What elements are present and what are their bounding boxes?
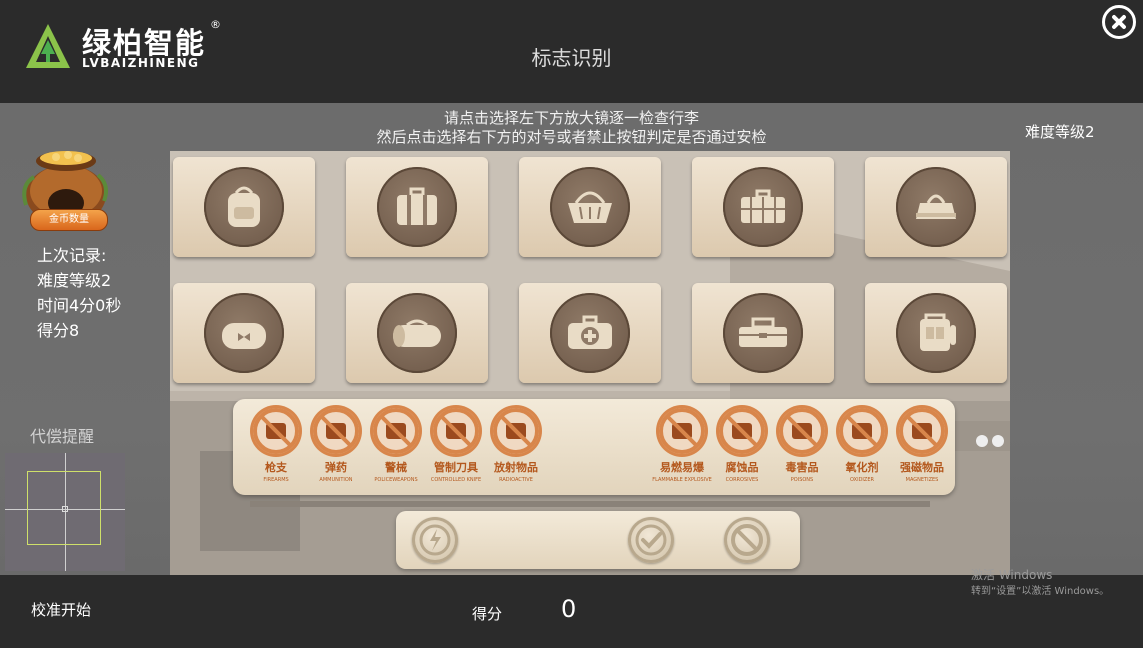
calibrate-start-button[interactable]: 校准开始 <box>31 599 91 620</box>
luggage-card[interactable] <box>692 157 834 257</box>
compensation-reminder-label: 代偿提醒 <box>30 427 95 446</box>
instruction-line-2: 然后点击选择右下方的对号或者禁止按钮判定是否通过安检 <box>376 128 767 146</box>
luggage-card[interactable] <box>346 157 488 257</box>
instruction-line-1: 请点击选择左下方放大镜逐一检查行李 <box>443 109 699 127</box>
calibration-crosshair <box>5 453 125 571</box>
last-record: 上次记录: 难度等级2 时间4分0秒 得分8 <box>37 243 121 343</box>
luggage-card[interactable] <box>692 283 834 383</box>
score-label: 得分 <box>472 605 503 623</box>
toolbox-icon <box>739 317 787 347</box>
luggage-card[interactable] <box>173 283 315 383</box>
magnet-prohibited-icon <box>899 408 945 454</box>
security-check-board: 枪支 FIREARMS 弹药 AMMUNITION 警械 POLICEWEAPONS 管制刀… <box>170 151 1010 575</box>
record-score: 得分8 <box>37 321 80 340</box>
medical-kit-icon <box>568 315 612 349</box>
windows-activation-watermark: 激活 Windows <box>971 568 1053 582</box>
prohibited-item[interactable]: 强磁物品 MAGNETIZES <box>893 405 951 489</box>
prohibited-item-label: 放射物品 <box>494 461 538 474</box>
duffel-bag-icon <box>393 319 441 347</box>
luggage-card[interactable] <box>865 283 1007 383</box>
basket-icon <box>568 191 612 223</box>
record-title: 上次记录: <box>37 246 107 265</box>
magnifier-icon <box>419 524 451 556</box>
explosive-prohibited-icon <box>659 408 705 454</box>
backpack-icon <box>228 186 260 227</box>
registered-mark: ® <box>210 18 221 31</box>
poison-prohibited-icon <box>779 408 825 454</box>
windows-activation-hint: 转到“设置”以激活 Windows。 <box>971 586 1110 597</box>
prohibited-item-label: 强磁物品 <box>900 461 944 474</box>
luggage-card[interactable] <box>519 157 661 257</box>
prohibited-item-label-en: RADIOACTIVE <box>499 477 533 483</box>
record-time: 时间4分0秒 <box>37 296 122 315</box>
approve-button[interactable] <box>628 517 674 563</box>
page-title: 标志识别 <box>531 46 612 70</box>
luggage-card[interactable] <box>519 283 661 383</box>
luggage-card[interactable] <box>865 157 1007 257</box>
corrosive-prohibited-icon <box>719 408 765 454</box>
check-icon <box>635 524 667 556</box>
knife-prohibited-icon <box>433 408 479 454</box>
reject-button[interactable] <box>724 517 770 563</box>
prohibited-item[interactable]: 放射物品 RADIOACTIVE <box>487 405 545 489</box>
baton-prohibited-icon <box>373 408 419 454</box>
luggage-card[interactable] <box>346 283 488 383</box>
header-bar: 绿柏智能 ® LVBAIZHINENG 标志识别 <box>0 0 1143 103</box>
oxidizer-prohibited-icon <box>839 408 885 454</box>
gun-prohibited-icon <box>253 408 299 454</box>
prohibited-items-panel: 枪支 FIREARMS 弹药 AMMUNITION 警械 POLICEWEAPONS 管制刀… <box>233 399 955 495</box>
bow-bag-icon <box>222 323 266 349</box>
forbid-icon <box>731 524 763 556</box>
school-bag-icon <box>920 313 956 351</box>
game-area: 请点击选择左下方放大镜逐一检查行李 然后点击选择右下方的对号或者禁止按钮判定是否… <box>0 103 1143 575</box>
radioactive-prohibited-icon <box>493 408 539 454</box>
action-panel <box>396 511 800 569</box>
record-level: 难度等级2 <box>37 271 112 290</box>
coin-count-button[interactable]: 金币数量 <box>30 209 108 231</box>
score-value: 0 <box>561 595 577 623</box>
magnifier-button[interactable] <box>412 517 458 563</box>
trunk-icon <box>741 189 785 223</box>
prohibited-item-label-en: MAGNETIZES <box>905 477 939 483</box>
crosshair-center <box>62 506 68 512</box>
difficulty-level: 难度等级2 <box>1025 123 1095 141</box>
luggage-card[interactable] <box>173 157 315 257</box>
handbag-icon <box>916 194 956 219</box>
suitcase-icon <box>397 187 437 225</box>
instructions: 请点击选择左下方放大镜逐一检查行李 然后点击选择右下方的对号或者禁止按钮判定是否… <box>0 109 1143 147</box>
close-button[interactable] <box>1102 5 1136 39</box>
ammunition-prohibited-icon <box>313 408 359 454</box>
